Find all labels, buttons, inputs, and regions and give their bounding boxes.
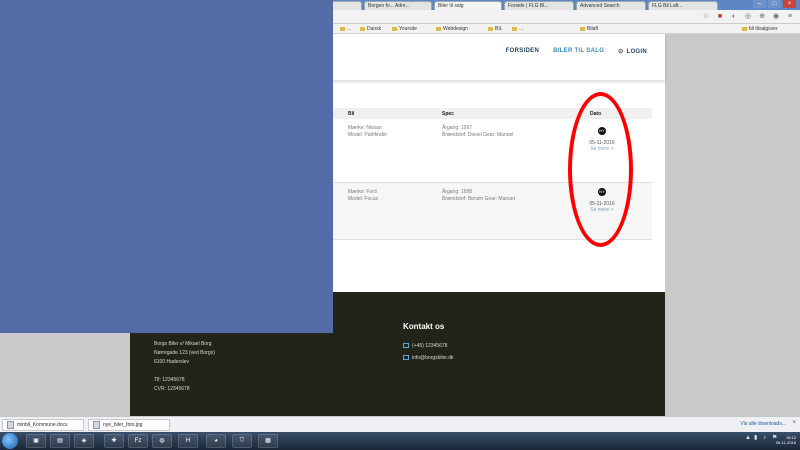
download-item[interactable]: nye_biler_foto.jpg xyxy=(88,419,170,431)
download-item[interactable]: minbil_Kommune.docx xyxy=(2,419,84,431)
extension-icon[interactable]: ■ xyxy=(716,13,724,21)
browser-tab[interactable]: Forside | FLG Bl... xyxy=(504,1,574,10)
shield-icon[interactable]: ⛉ xyxy=(232,434,252,448)
app-icon[interactable]: H xyxy=(178,434,198,448)
address-line: Borgs Biler v/ Mikael Borg xyxy=(154,341,212,347)
clock[interactable]: 16:12 05-11-2016 xyxy=(776,435,796,445)
car-spec: Årgang: 1998 Brændstof: Benzin Gear: Man… xyxy=(442,189,515,203)
show-all-downloads-link[interactable]: Vis alle downloads... xyxy=(741,421,787,427)
app-icon[interactable]: ◈ xyxy=(74,434,94,448)
bookmark[interactable]: ... xyxy=(512,25,523,33)
extension-icon[interactable]: ◎ xyxy=(744,13,752,21)
nav-login[interactable]: ⊙ LOGIN xyxy=(618,48,647,55)
app-icon[interactable]: ◍ xyxy=(152,434,172,448)
red-circle-annotation xyxy=(568,92,633,247)
car-model: Model: Focus xyxy=(348,196,379,202)
chrome-icon[interactable]: ◕ xyxy=(206,434,226,448)
start-button[interactable] xyxy=(2,433,18,449)
contact-email-text: info@borgsbiler.dk xyxy=(412,355,454,361)
menu-icon[interactable]: ≡ xyxy=(786,13,794,21)
car-model: Model: Pathfinder xyxy=(348,132,388,138)
login-icon: ⊙ xyxy=(618,49,624,55)
extension-icons: ☆ ■ ◐ ◎ ⊕ ◉ ≡ xyxy=(702,13,794,21)
bookmark[interactable]: Bilaft xyxy=(580,25,598,33)
filezilla-icon[interactable]: Fz xyxy=(128,434,148,448)
browser-tab[interactable]: Advanced Search xyxy=(576,1,646,10)
mail-icon xyxy=(403,355,409,361)
browser-tab[interactable]: FLG Bil Laft... xyxy=(648,1,718,10)
system-tray: ▲ ▮ ♪ ⚑ xyxy=(745,435,778,441)
volume-icon[interactable]: ♪ xyxy=(763,435,769,441)
maximize-icon[interactable]: □ xyxy=(768,0,781,8)
document-icon[interactable]: ▦ xyxy=(258,434,278,448)
browser-tab-active[interactable]: Biler til salg xyxy=(434,1,502,10)
browser-tab[interactable]: Borgen fo... Adre... xyxy=(364,1,432,10)
header-bil: Bil xyxy=(348,111,355,117)
bookmark[interactable]: Yoursite xyxy=(392,25,417,33)
window-controls: – □ × xyxy=(753,0,796,8)
tray-arrow-icon[interactable]: ▲ xyxy=(745,435,751,441)
nav-forsiden[interactable]: FORSIDEN xyxy=(506,48,539,55)
address-line: Tlf: 12345678 xyxy=(154,377,185,383)
car-make: Mærke: Nissan xyxy=(348,125,382,131)
contact-phone-text: (+45) 12345678 xyxy=(412,343,448,349)
downloads-bar: minbil_Kommune.docx nye_biler_foto.jpg V… xyxy=(0,416,800,432)
close-icon[interactable]: × xyxy=(783,0,796,8)
blue-overlay-panel xyxy=(0,0,333,333)
star-icon[interactable]: ☆ xyxy=(702,13,710,21)
extension-icon[interactable]: ◉ xyxy=(772,13,780,21)
car-fuel-gear: Brændstof: Diesel Gear: Manuel xyxy=(442,132,514,138)
explorer-icon[interactable]: ▣ xyxy=(26,434,46,448)
extension-icon[interactable]: ⊕ xyxy=(758,13,766,21)
nav-biler-til-salg[interactable]: BILER TIL SALG xyxy=(553,48,604,55)
clock-date: 05-11-2016 xyxy=(775,440,796,445)
network-icon[interactable]: ▮ xyxy=(754,435,760,441)
contact-title: Kontakt os xyxy=(403,322,445,331)
bookmark[interactable]: Dansk xyxy=(360,25,381,33)
bookmark[interactable]: ... xyxy=(340,25,351,33)
contact-phone[interactable]: (+45) 12345678 xyxy=(403,343,447,349)
address-line xyxy=(154,367,215,376)
car-fuel-gear: Brændstof: Benzin Gear: Manuel xyxy=(442,196,515,202)
app-icon[interactable]: ✚ xyxy=(104,434,124,448)
windows-taskbar: ▣ ▤ ◈ ✚ Fz ◍ H ◕ ⛉ ▦ ▲ ▮ ♪ ⚑ 16:12 05-11… xyxy=(0,432,800,450)
folder-icon[interactable]: ▤ xyxy=(50,434,70,448)
bookmark[interactable]: Webdesign xyxy=(436,25,468,33)
footer-address: Borgs Biler v/ Mikael Borg Nørregade 123… xyxy=(154,340,215,394)
bookmark[interactable]: bil tilsalgsver xyxy=(742,25,778,33)
address-line: 6100 Haderslev xyxy=(154,359,190,365)
address-line: Nørregade 123 (ved Borgs) xyxy=(154,350,215,356)
contact-email[interactable]: info@borgsbiler.dk xyxy=(403,355,454,361)
car-spec: Årgang: 1997 Brændstof: Diesel Gear: Man… xyxy=(442,125,513,139)
minimize-icon[interactable]: – xyxy=(753,0,766,8)
car-make: Mærke: Ford xyxy=(348,189,377,195)
phone-icon xyxy=(403,343,409,349)
bookmark[interactable]: BIL xyxy=(488,25,503,33)
nav-login-label: LOGIN xyxy=(626,49,647,55)
main-nav: FORSIDEN BILER TIL SALG ⊙ LOGIN xyxy=(506,48,647,55)
car-make-model: Mærke: Ford Model: Focus xyxy=(348,189,378,203)
extension-icon[interactable]: ◐ xyxy=(730,13,738,21)
car-year: Årgang: 1997 xyxy=(442,125,473,131)
address-line: CVR: 12345678 xyxy=(154,386,190,392)
car-year: Årgang: 1998 xyxy=(442,189,473,195)
close-icon[interactable]: × xyxy=(792,420,796,426)
header-spec: Spec xyxy=(442,111,454,117)
car-make-model: Mærke: Nissan Model: Pathfinder xyxy=(348,125,387,139)
